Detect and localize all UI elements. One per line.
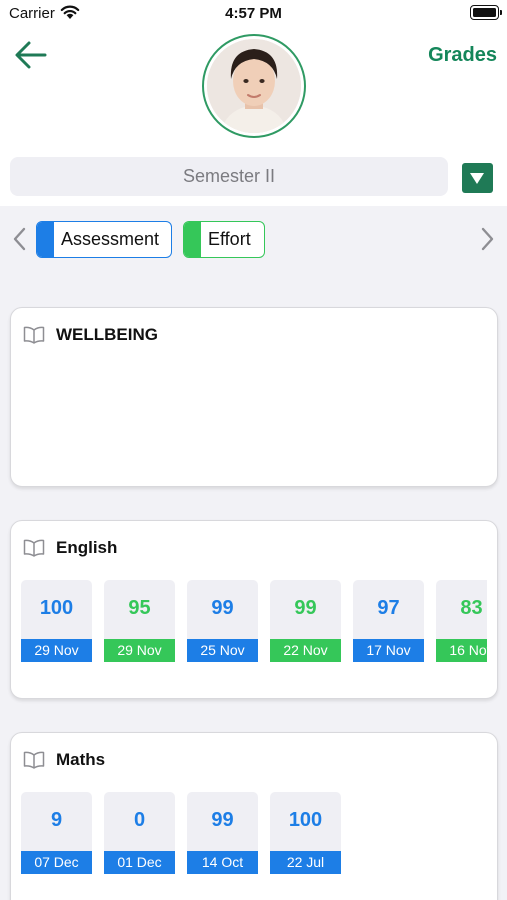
grade-date: 29 Nov [104, 639, 175, 662]
grade-tile[interactable]: 97 17 Nov [353, 580, 424, 662]
tab-label: Assessment [61, 229, 160, 249]
grade-date: 17 Nov [353, 639, 424, 662]
chevron-right-icon[interactable] [477, 226, 497, 252]
tab-assessment[interactable]: Assessment [36, 221, 172, 258]
avatar [202, 34, 306, 138]
page-title: Grades [428, 44, 497, 66]
grade-score: 100 [288, 809, 323, 831]
arrow-left-icon [15, 41, 47, 69]
back-button[interactable] [12, 40, 48, 70]
status-time: 4:57 PM [225, 5, 282, 22]
subject-name: WELLBEING [56, 325, 158, 344]
grade-score: 95 [128, 597, 151, 619]
triangle-down-icon[interactable] [462, 163, 493, 193]
grade-tile[interactable]: 100 22 Jul [270, 792, 341, 874]
grade-score: 99 [211, 597, 234, 619]
grade-date: 14 Oct [187, 851, 258, 874]
grade-tile[interactable]: 83 16 Nov [436, 580, 487, 662]
grade-list: 100 29 Nov 95 29 Nov 99 25 Nov 99 22 Nov… [21, 580, 487, 665]
grade-score: 99 [294, 597, 317, 619]
status-bar: Carrier 4:57 PM [0, 0, 507, 26]
grade-score: 83 [460, 597, 483, 619]
grade-tile[interactable]: 100 29 Nov [21, 580, 92, 662]
grade-date: 22 Nov [270, 639, 341, 662]
grade-date: 01 Dec [104, 851, 175, 874]
subject-card-wellbeing: WELLBEING [10, 307, 498, 487]
tab-color-bar [184, 222, 201, 257]
subject-name: English [56, 538, 118, 557]
tab-label: Effort [208, 229, 251, 249]
tab-effort[interactable]: Effort [183, 221, 265, 258]
student-photo [207, 39, 301, 133]
subject-card-english: English 100 29 Nov 95 29 Nov 99 25 Nov 9… [10, 520, 498, 699]
battery-icon [470, 5, 502, 20]
grade-date: 16 Nov [436, 639, 487, 662]
open-book-icon [23, 751, 45, 769]
grade-tile[interactable]: 99 25 Nov [187, 580, 258, 662]
grade-score: 99 [211, 809, 234, 831]
header: Grades Semester II [0, 26, 507, 206]
grade-tile[interactable]: 99 22 Nov [270, 580, 341, 662]
semester-select[interactable]: Semester II [10, 157, 448, 196]
grade-score: 100 [39, 597, 74, 619]
subject-card-maths: Maths 9 07 Dec 0 01 Dec 99 14 Oct 100 22… [10, 732, 498, 900]
grade-tile[interactable]: 95 29 Nov [104, 580, 175, 662]
grade-list: 9 07 Dec 0 01 Dec 99 14 Oct 100 22 Jul [21, 792, 487, 877]
tab-color-bar [37, 222, 54, 257]
grade-score: 0 [133, 809, 146, 831]
open-book-icon [23, 326, 45, 344]
grade-date: 25 Nov [187, 639, 258, 662]
subject-name: Maths [56, 750, 106, 769]
grade-date: 29 Nov [21, 639, 92, 662]
grade-tile[interactable]: 99 14 Oct [187, 792, 258, 874]
grade-date: 07 Dec [21, 851, 92, 874]
grade-tile[interactable]: 0 01 Dec [104, 792, 175, 874]
grade-score: 9 [50, 809, 63, 831]
grade-score: 97 [377, 597, 400, 619]
open-book-icon [23, 539, 45, 557]
grade-tile[interactable]: 9 07 Dec [21, 792, 92, 874]
grade-type-tabs: Assessment Effort [0, 206, 507, 272]
grade-date: 22 Jul [270, 851, 341, 874]
chevron-left-icon[interactable] [10, 226, 30, 252]
